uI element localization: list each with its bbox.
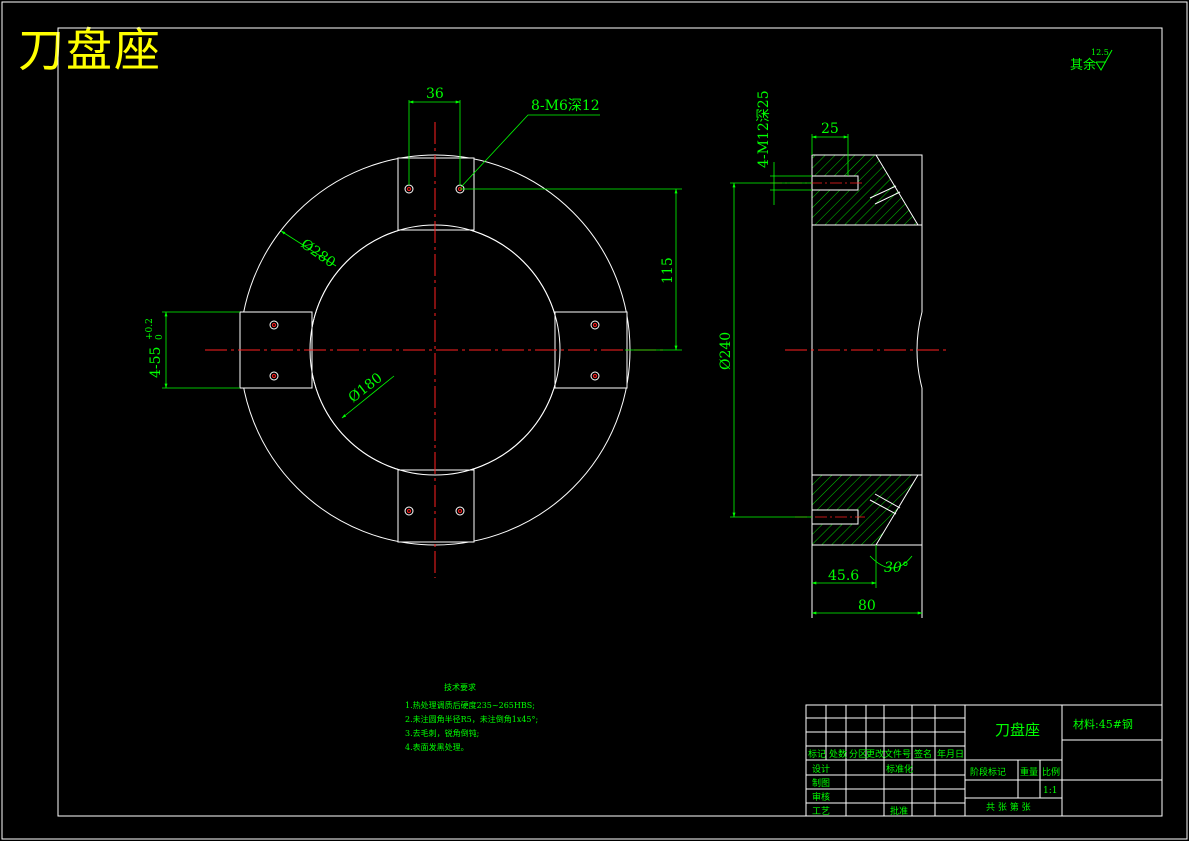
front-view: 36 8-M6深12 115 4-55 +0.2 0 Ø280 Ø180 <box>145 86 682 578</box>
dim-height-115: 115 <box>660 257 676 284</box>
tb-sheets: 共 张 第 张 <box>986 801 1031 813</box>
tb-standardize: 标准化 <box>886 763 913 775</box>
note-item: 2.未注圆角半径R5，未注倒角1x45°; <box>405 714 538 724</box>
sheet-border <box>1 1 1188 840</box>
dim-angle: 30° <box>884 560 909 576</box>
note-item: 1.热处理调质后硬度235~265HBS; <box>405 700 535 710</box>
note-item: 4.表面发黑处理。 <box>405 742 469 752</box>
roughness-mark: 其余 12.5 <box>1070 48 1113 73</box>
tb-row-header: 更改文件号 <box>866 748 911 760</box>
roughness-value: 12.5 <box>1091 48 1109 57</box>
tb-process: 工艺 <box>812 806 830 817</box>
tb-stage-header: 重量 <box>1020 766 1038 778</box>
note-item: 3.去毛刺，锐角倒钝; <box>405 728 479 738</box>
notes-heading: 技术要求 <box>444 682 476 692</box>
roughness-label: 其余 <box>1070 57 1096 73</box>
tb-stage-header: 比例 <box>1042 766 1060 778</box>
tb-scale: 1:1 <box>1043 786 1057 796</box>
dim-tap: 4-M12深25 <box>756 90 772 168</box>
tb-design: 设计 <box>812 763 830 775</box>
tb-row-header: 标记 <box>808 748 826 760</box>
tb-stage-header: 阶段标记 <box>970 766 1006 778</box>
tb-approve: 批准 <box>890 805 908 817</box>
dim-slot-tol-lower: 0 <box>155 334 165 340</box>
tb-part-name: 刀盘座 <box>995 721 1040 739</box>
tb-row-header: 签名 <box>914 748 932 760</box>
drawing-frame <box>57 27 1163 817</box>
dim-slot-tol-upper: +0.2 <box>145 318 155 340</box>
dim-width-36: 36 <box>426 86 444 102</box>
dim-slot: 4-55 <box>148 347 164 378</box>
tb-material: 材料:45#钢 <box>1073 717 1133 731</box>
tb-draw: 制图 <box>812 777 830 789</box>
side-view: 25 4-M12深25 Ø240 45.6 30° 80 <box>718 90 948 618</box>
tb-row-header: 处数 <box>829 748 847 760</box>
lug-bottom <box>397 469 475 543</box>
tb-review: 审核 <box>812 791 830 803</box>
tb-row-header: 分区 <box>849 749 867 760</box>
dim-w80: 80 <box>858 598 876 614</box>
tb-row-header: 年月日 <box>937 748 964 760</box>
engineering-drawing: 其余 12.5 36 8-M6深12 115 4-55 +0.2 0 Ø280 … <box>1 1 1188 840</box>
dim-holes: 8-M6深12 <box>531 98 600 114</box>
dim-dia-280: Ø280 <box>298 236 338 271</box>
dim-w25: 25 <box>821 121 839 137</box>
dim-w45: 45.6 <box>828 568 859 584</box>
technical-notes: 技术要求 1.热处理调质后硬度235~265HBS; 2.未注圆角半径R5，未注… <box>405 682 538 752</box>
dim-dia-240: Ø240 <box>718 332 734 370</box>
